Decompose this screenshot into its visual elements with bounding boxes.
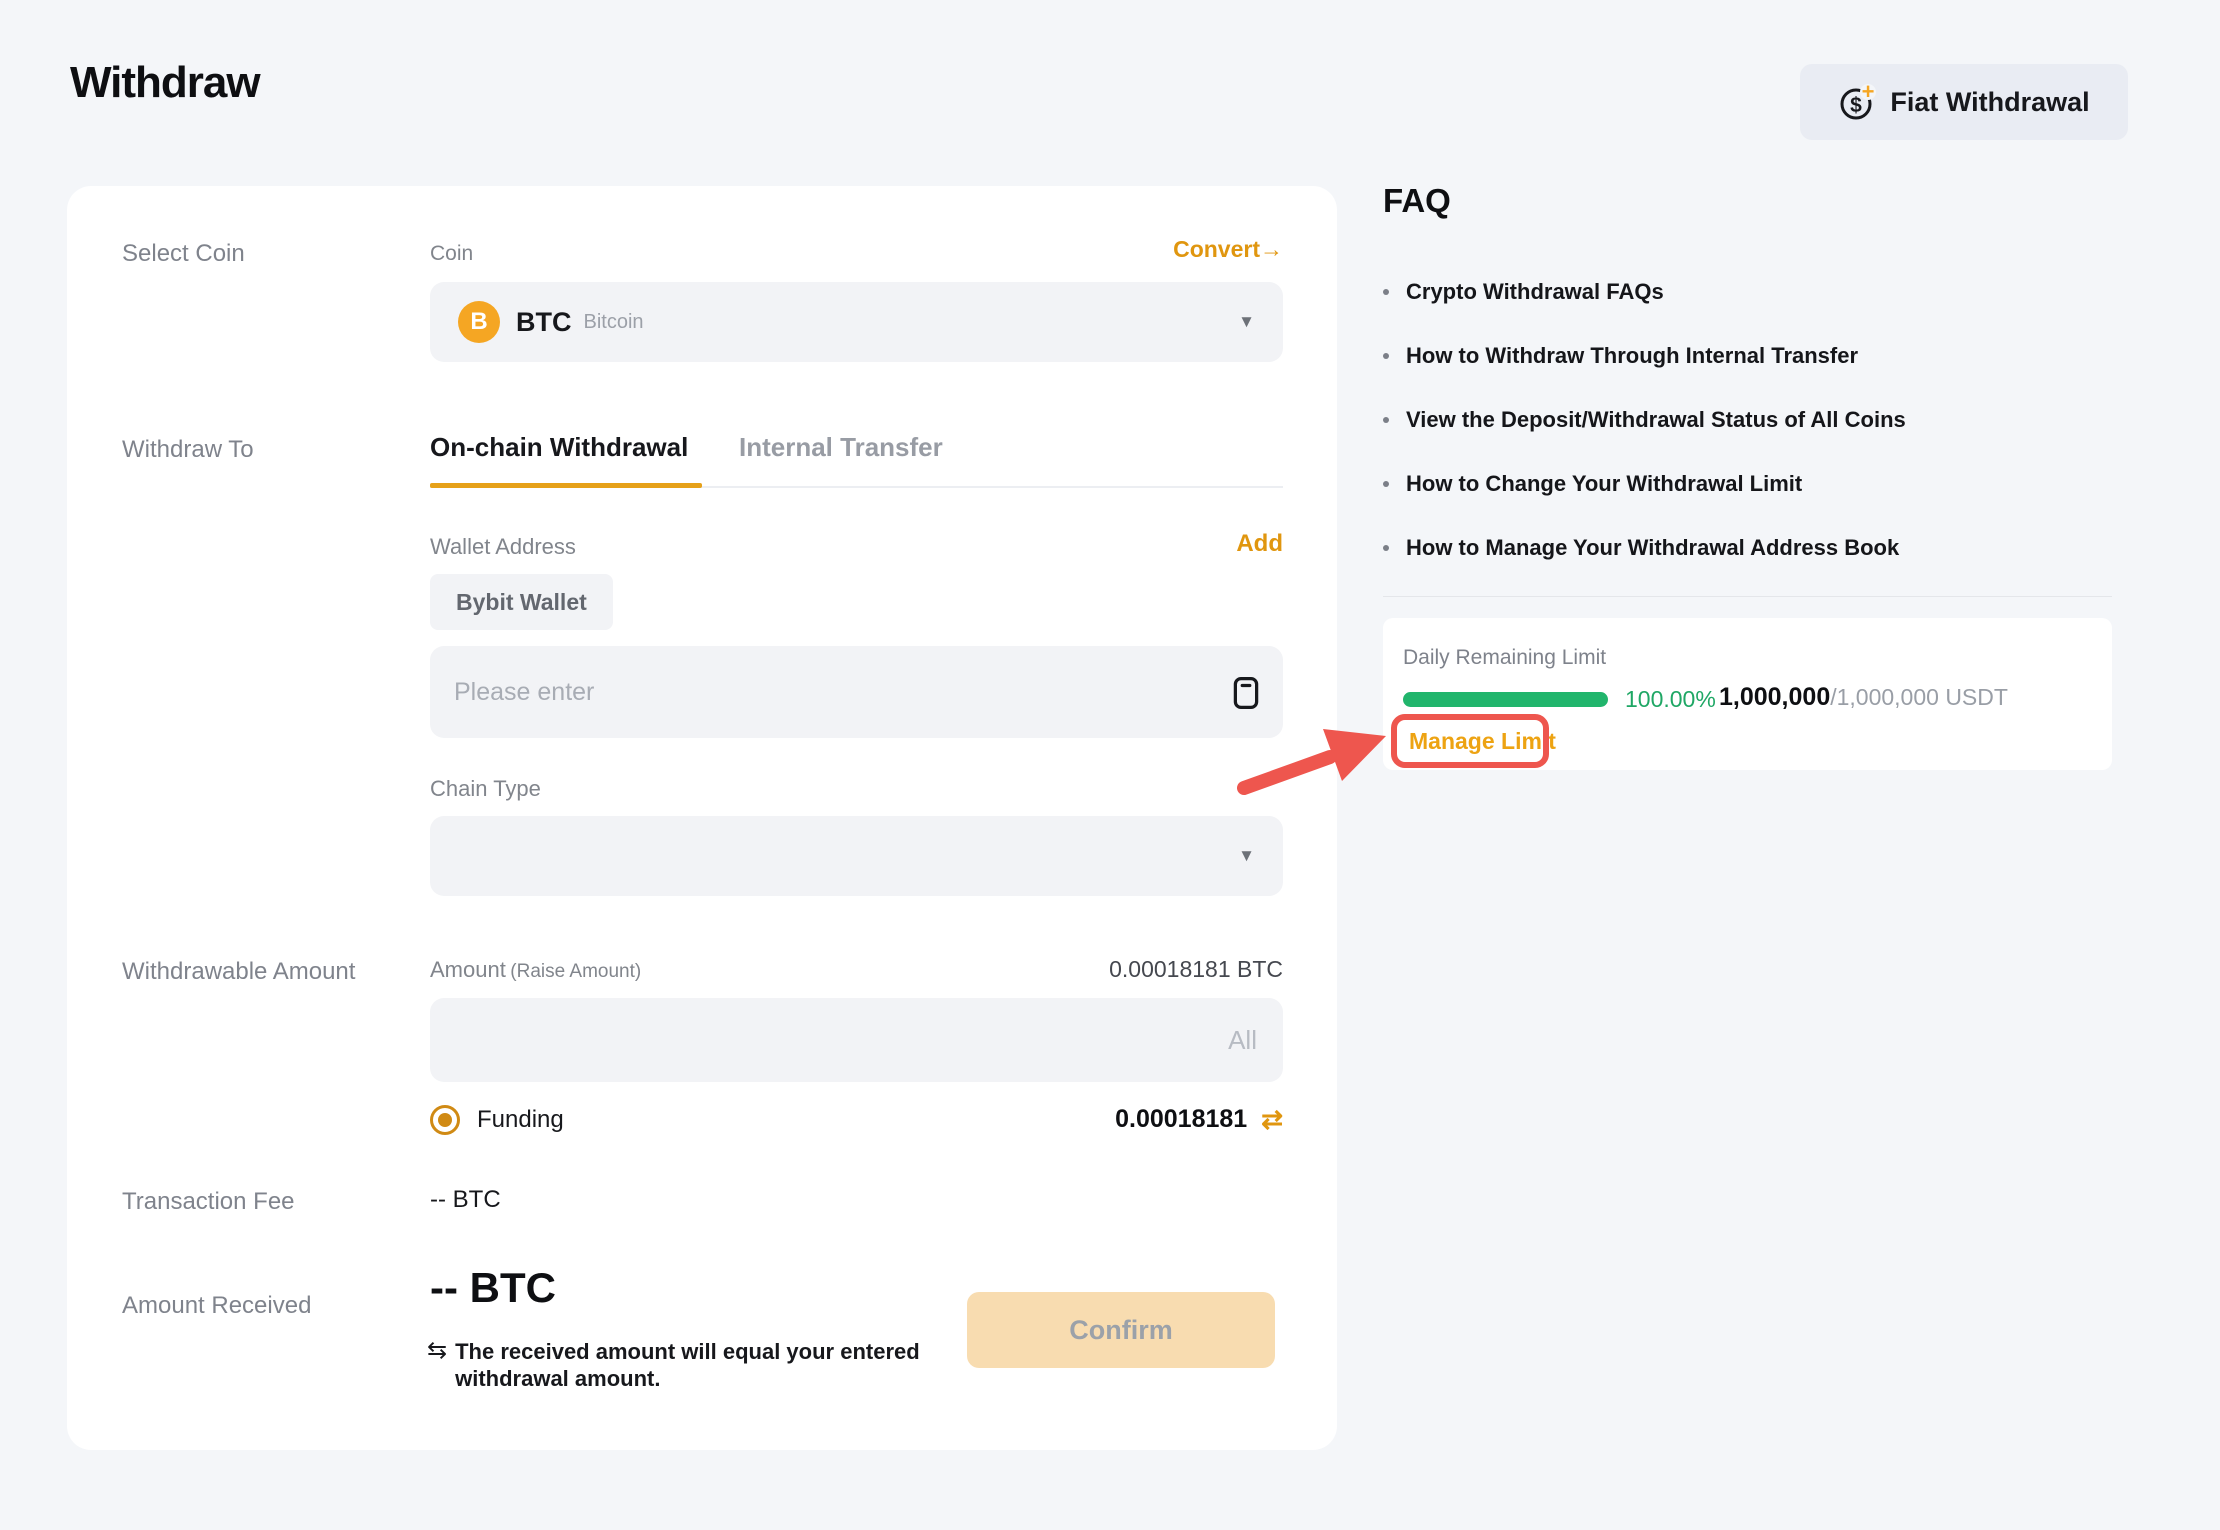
limit-progress-bar xyxy=(1403,692,1608,707)
amount-field-label: Amount xyxy=(430,957,506,982)
amount-input[interactable] xyxy=(430,998,1283,1082)
available-amount-value: 0.00018181 BTC xyxy=(1109,956,1283,983)
daily-limit-card: Daily Remaining Limit 100.00% 1,000,000/… xyxy=(1383,618,2112,770)
chain-type-dropdown[interactable]: ▼ xyxy=(430,816,1283,896)
faq-link-internal-transfer[interactable]: How to Withdraw Through Internal Transfe… xyxy=(1383,342,1858,370)
transfer-swap-icon[interactable]: ⇄ xyxy=(1261,1104,1283,1135)
bullet-icon xyxy=(1383,353,1389,359)
amount-label-row: Amount (Raise Amount) 0.00018181 BTC xyxy=(430,956,1283,983)
wallet-address-field-wrap xyxy=(430,646,1283,738)
limit-percent: 100.00% xyxy=(1625,686,1716,713)
amount-received-section-label: Amount Received xyxy=(122,1292,311,1320)
received-note-text: The received amount will equal your ente… xyxy=(455,1338,933,1392)
fiat-withdrawal-label: Fiat Withdrawal xyxy=(1890,87,2089,118)
select-coin-section-label: Select Coin xyxy=(122,240,245,268)
active-tab-underline xyxy=(430,483,702,488)
withdraw-form-card: Select Coin Coin Convert→ B BTC Bitcoin … xyxy=(67,186,1337,1450)
tab-internal-transfer[interactable]: Internal Transfer xyxy=(739,432,943,463)
bybit-wallet-chip[interactable]: Bybit Wallet xyxy=(430,574,613,630)
funding-balance-value: 0.00018181 xyxy=(1115,1105,1247,1134)
confirm-button[interactable]: Confirm xyxy=(967,1292,1275,1368)
limit-current: 1,000,000 xyxy=(1719,683,1830,711)
transaction-fee-value: -- BTC xyxy=(430,1186,501,1214)
funding-label: Funding xyxy=(477,1106,564,1134)
tab-onchain-withdrawal[interactable]: On-chain Withdrawal xyxy=(430,432,688,463)
limit-total: /1,000,000 USDT xyxy=(1830,684,2008,710)
daily-limit-title: Daily Remaining Limit xyxy=(1403,646,1606,670)
convert-link[interactable]: Convert→ xyxy=(1173,236,1283,263)
coin-field-label: Coin xyxy=(430,242,473,266)
amount-field-sublabel: (Raise Amount) xyxy=(510,961,641,982)
funding-radio-option[interactable]: Funding xyxy=(430,1105,564,1135)
faq-link-crypto-withdrawal-faqs[interactable]: Crypto Withdrawal FAQs xyxy=(1383,278,1664,306)
bidirectional-arrows-icon: ⇆ xyxy=(427,1338,447,1364)
withdrawable-amount-section-label: Withdrawable Amount xyxy=(122,958,355,986)
limit-amounts: 1,000,000/1,000,000 USDT xyxy=(1719,683,2008,712)
bullet-icon xyxy=(1383,545,1389,551)
fiat-withdrawal-button[interactable]: $ + Fiat Withdrawal xyxy=(1800,64,2128,140)
add-address-link[interactable]: Add xyxy=(1236,530,1283,558)
chain-type-label: Chain Type xyxy=(430,776,541,802)
svg-text:+: + xyxy=(1862,83,1875,104)
coin-name: Bitcoin xyxy=(584,311,644,334)
transaction-fee-section-label: Transaction Fee xyxy=(122,1188,295,1216)
faq-list: Crypto Withdrawal FAQs How to Withdraw T… xyxy=(1383,278,2112,578)
bullet-icon xyxy=(1383,481,1389,487)
coin-symbol: BTC xyxy=(516,307,572,338)
bullet-icon xyxy=(1383,289,1389,295)
manage-limit-link[interactable]: Manage Limit xyxy=(1409,728,1556,755)
fiat-dollar-icon: $ + xyxy=(1838,83,1876,121)
faq-divider xyxy=(1383,596,2112,597)
annotation-arrow xyxy=(1190,700,1410,820)
faq-link-deposit-withdrawal-status[interactable]: View the Deposit/Withdrawal Status of Al… xyxy=(1383,406,1906,434)
faq-link-change-withdrawal-limit[interactable]: How to Change Your Withdrawal Limit xyxy=(1383,470,1802,498)
page-title: Withdraw xyxy=(70,58,260,108)
received-note: ⇆ The received amount will equal your en… xyxy=(427,1338,933,1392)
chevron-down-icon: ▼ xyxy=(1238,312,1255,332)
withdraw-to-section-label: Withdraw To xyxy=(122,436,254,464)
bullet-icon xyxy=(1383,417,1389,423)
chevron-down-icon: ▼ xyxy=(1238,846,1255,866)
svg-text:$: $ xyxy=(1851,94,1863,117)
coin-select-dropdown[interactable]: B BTC Bitcoin ▼ xyxy=(430,282,1283,362)
faq-link-manage-address-book[interactable]: How to Manage Your Withdrawal Address Bo… xyxy=(1383,534,1899,562)
amount-received-value: -- BTC xyxy=(430,1264,556,1312)
radio-selected-icon xyxy=(430,1105,460,1135)
wallet-address-label: Wallet Address xyxy=(430,534,576,560)
faq-title: FAQ xyxy=(1383,182,1451,220)
bitcoin-icon: B xyxy=(458,301,500,343)
convert-arrow-icon: → xyxy=(1260,236,1283,262)
funding-row: Funding 0.00018181 ⇄ xyxy=(430,1104,1283,1135)
amount-field-wrap xyxy=(430,998,1283,1082)
wallet-address-input[interactable] xyxy=(430,646,1283,738)
